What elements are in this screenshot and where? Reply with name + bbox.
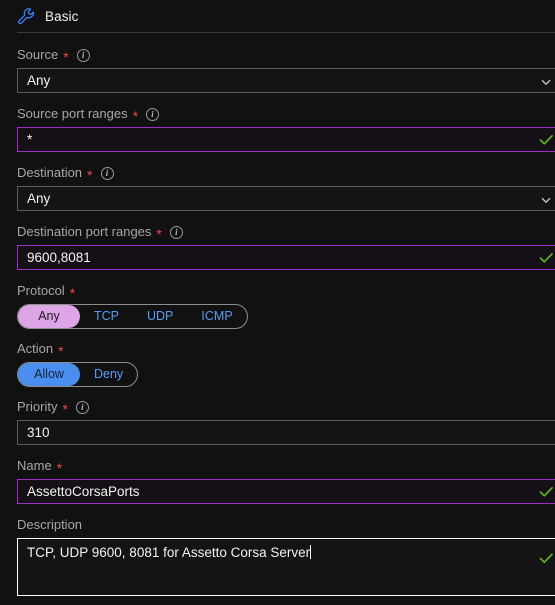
label-source-text: Source bbox=[17, 47, 59, 62]
field-priority: Priority * i bbox=[0, 399, 555, 445]
protocol-option-udp[interactable]: UDP bbox=[133, 305, 187, 328]
protocol-option-icmp[interactable]: ICMP bbox=[187, 305, 246, 328]
destination-port-ranges-input[interactable] bbox=[18, 246, 555, 269]
required-asterisk: * bbox=[87, 167, 93, 183]
label-source: Source * i bbox=[17, 47, 555, 65]
label-protocol: Protocol * bbox=[17, 283, 555, 301]
info-icon[interactable]: i bbox=[169, 225, 183, 239]
info-icon[interactable]: i bbox=[146, 107, 160, 121]
info-icon[interactable]: i bbox=[76, 48, 90, 62]
label-description-text: Description bbox=[17, 517, 83, 532]
source-port-ranges-input-wrap[interactable] bbox=[17, 127, 555, 152]
form-body: Source * i Any Source port ranges * i * … bbox=[0, 47, 555, 596]
action-option-deny[interactable]: Deny bbox=[80, 363, 137, 386]
label-protocol-text: Protocol bbox=[17, 283, 65, 298]
description-textarea[interactable]: TCP, UDP 9600, 8081 for Assetto Corsa Se… bbox=[18, 539, 555, 595]
field-source-port-ranges: Source port ranges * i bbox=[0, 106, 555, 152]
label-name-text: Name bbox=[17, 458, 52, 473]
required-asterisk: * bbox=[62, 401, 68, 417]
label-destination-port-ranges-text: Destination port ranges bbox=[17, 224, 152, 239]
required-asterisk: * bbox=[58, 343, 64, 359]
required-asterisk: * bbox=[63, 49, 69, 65]
field-protocol: Protocol * Any TCP UDP ICMP bbox=[0, 283, 555, 329]
name-input[interactable] bbox=[18, 480, 555, 503]
label-name: Name * bbox=[17, 458, 555, 476]
required-asterisk: * bbox=[56, 460, 63, 476]
label-priority-text: Priority bbox=[17, 399, 58, 414]
section-header: Basic bbox=[0, 0, 555, 32]
label-destination-port-ranges: Destination port ranges * i bbox=[17, 224, 555, 242]
field-description: Description TCP, UDP 9600, 8081 for Asse… bbox=[0, 517, 555, 596]
priority-input[interactable] bbox=[18, 421, 555, 444]
field-destination-port-ranges: Destination port ranges * i bbox=[0, 224, 555, 270]
name-input-wrap[interactable] bbox=[17, 479, 555, 504]
required-asterisk: * bbox=[156, 226, 162, 242]
field-action: Action * Allow Deny bbox=[0, 341, 555, 387]
required-asterisk: * bbox=[69, 285, 76, 301]
source-dropdown[interactable]: Any bbox=[17, 68, 555, 93]
destination-dropdown-value: Any bbox=[27, 191, 51, 206]
action-segmented-control[interactable]: Allow Deny bbox=[17, 362, 139, 387]
label-description: Description bbox=[17, 517, 555, 533]
label-action: Action * bbox=[17, 341, 555, 359]
info-icon[interactable]: i bbox=[100, 166, 114, 180]
info-icon[interactable]: i bbox=[75, 400, 89, 414]
protocol-segmented-control[interactable]: Any TCP UDP ICMP bbox=[17, 304, 248, 329]
destination-port-ranges-input-wrap[interactable] bbox=[17, 245, 555, 270]
required-asterisk: * bbox=[132, 108, 139, 124]
field-name: Name * bbox=[0, 458, 555, 504]
section-title: Basic bbox=[45, 8, 79, 24]
label-priority: Priority * i bbox=[17, 399, 555, 417]
destination-dropdown[interactable]: Any bbox=[17, 186, 555, 211]
label-source-port-ranges: Source port ranges * i bbox=[17, 106, 555, 124]
priority-input-wrap[interactable] bbox=[17, 420, 555, 445]
label-destination: Destination * i bbox=[17, 165, 555, 183]
source-port-ranges-input[interactable] bbox=[18, 128, 555, 151]
wrench-icon bbox=[17, 7, 35, 25]
text-caret bbox=[310, 545, 312, 559]
label-source-port-ranges-text: Source port ranges bbox=[17, 106, 128, 121]
protocol-option-any[interactable]: Any bbox=[18, 305, 80, 328]
label-destination-text: Destination bbox=[17, 165, 83, 180]
action-option-allow[interactable]: Allow bbox=[18, 363, 80, 386]
nsg-rule-form-panel: Basic Source * i Any Source port ranges … bbox=[0, 0, 555, 605]
field-source: Source * i Any bbox=[0, 47, 555, 93]
protocol-option-tcp[interactable]: TCP bbox=[80, 305, 133, 328]
field-destination: Destination * i Any bbox=[0, 165, 555, 211]
header-divider bbox=[17, 32, 555, 33]
source-dropdown-value: Any bbox=[27, 73, 51, 88]
description-text: TCP, UDP 9600, 8081 for Assetto Corsa Se… bbox=[27, 545, 311, 560]
description-textarea-wrap[interactable]: TCP, UDP 9600, 8081 for Assetto Corsa Se… bbox=[17, 538, 555, 596]
label-action-text: Action bbox=[17, 341, 54, 356]
